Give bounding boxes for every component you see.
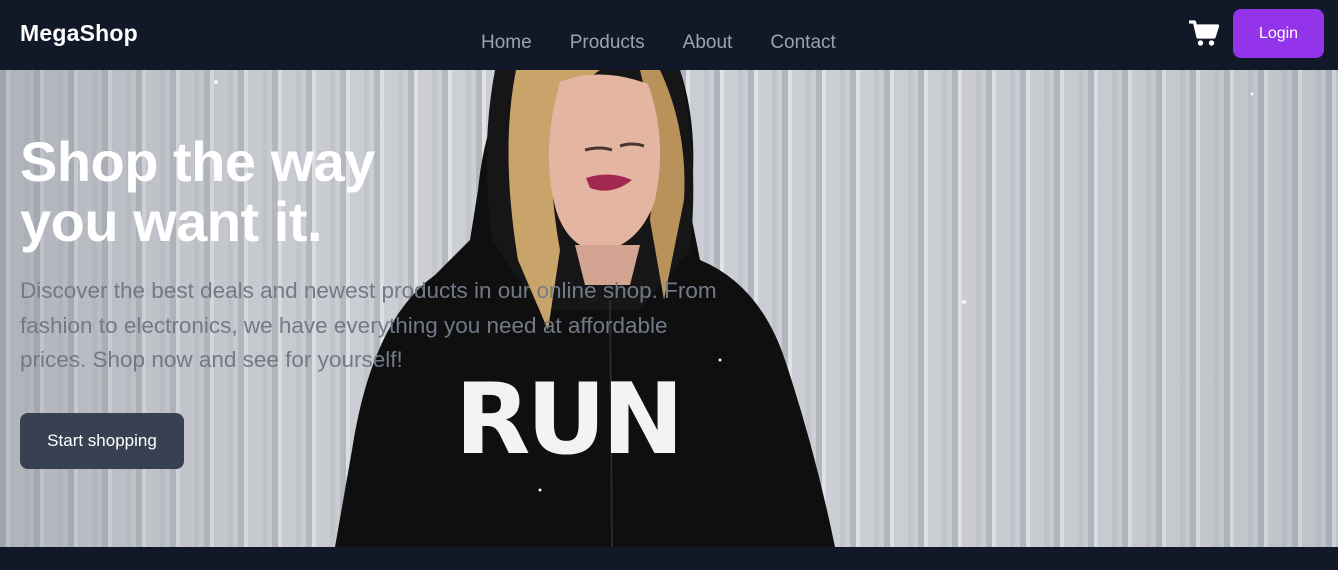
hero-description: Discover the best deals and newest produ… — [20, 278, 717, 372]
hero-title: Shop the way you want it. — [20, 132, 780, 252]
footer-strip — [0, 547, 1338, 570]
main-nav: Home Products About Contact — [481, 32, 874, 54]
nav-home-link[interactable]: Home — [481, 32, 532, 54]
brand-logo[interactable]: MegaShop — [20, 20, 138, 47]
shopping-cart-icon[interactable] — [1189, 19, 1219, 47]
hero-title-line-2: you want it. — [20, 190, 323, 253]
start-shopping-button[interactable]: Start shopping — [20, 413, 184, 469]
hero-title-line-1: Shop the way — [20, 130, 375, 193]
navbar: MegaShop Home Products About Contact Log… — [0, 0, 1338, 70]
hero-section: RUN Shop the way you want it. Discover t… — [0, 70, 1338, 547]
nav-about-link[interactable]: About — [683, 32, 733, 54]
nav-contact-link[interactable]: Contact — [770, 32, 835, 54]
hoodie-print: RUN — [455, 363, 680, 477]
hero-content: Shop the way you want it. Discover the b… — [20, 132, 780, 378]
nav-products-link[interactable]: Products — [570, 32, 645, 54]
login-button[interactable]: Login — [1233, 9, 1324, 58]
